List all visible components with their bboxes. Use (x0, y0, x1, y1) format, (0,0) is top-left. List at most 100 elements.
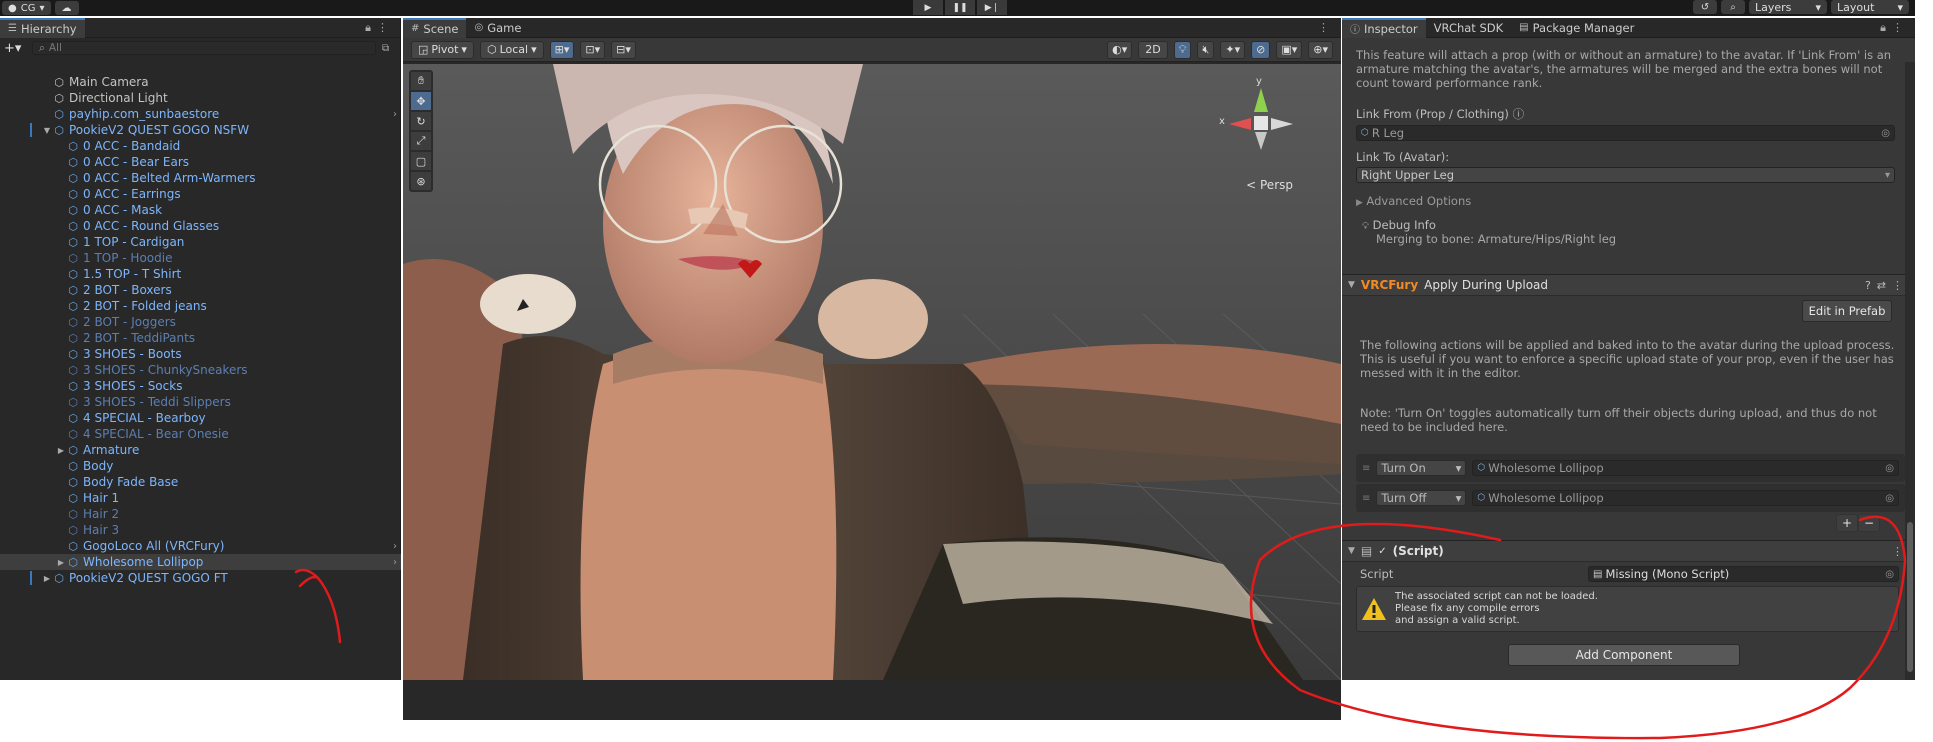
collapse-arrow-icon[interactable]: ▶ (56, 446, 66, 455)
help-icon[interactable]: ⓘ (1513, 107, 1525, 121)
script-header[interactable]: ▼ ▤ ✓ (Script) ⋮ (1342, 540, 1915, 562)
hierarchy-row[interactable]: ⬡ 3 SHOES - Socks (0, 378, 401, 394)
hierarchy-row[interactable]: ⬡ Hair 1 (0, 490, 401, 506)
hierarchy-row[interactable]: ⬡ Main Camera (0, 74, 401, 90)
history-icon[interactable]: ↺ (1693, 0, 1717, 14)
panel-menu[interactable]: 🔒︎⋮ (365, 21, 394, 35)
advanced-options-foldout[interactable]: ▶ Advanced Options (1342, 194, 1915, 208)
transform-tool-icon[interactable]: ⊛ (411, 172, 431, 190)
hierarchy-row[interactable]: ▶ ⬡ PookieV2 QUEST GOGO FT (0, 570, 401, 586)
collapse-arrow-icon[interactable]: ▶ (42, 574, 52, 583)
hierarchy-row[interactable]: ▼ ⬡ PookieV2 QUEST GOGO NSFW (0, 122, 401, 138)
kebab-menu-icon[interactable]: ⋮ (1318, 21, 1335, 34)
tab-inspector[interactable]: ⓘ Inspector (1342, 18, 1426, 38)
hierarchy-row[interactable]: ⬡ 2 BOT - TeddiPants (0, 330, 401, 346)
move-tool-icon[interactable]: ✥ (411, 92, 431, 110)
chevron-right-icon[interactable]: › (393, 557, 397, 568)
hierarchy-row[interactable]: ⬡ 2 BOT - Folded jeans (0, 298, 401, 314)
collapse-arrow-icon[interactable]: ▶ (56, 558, 66, 567)
hierarchy-row[interactable]: ⬡ 4 SPECIAL - Bear Onesie (0, 426, 401, 442)
hierarchy-row[interactable]: ⬡ 1 TOP - Cardigan (0, 234, 401, 250)
hand-tool-icon[interactable]: ✋︎ (411, 72, 431, 90)
layout-dropdown[interactable]: Layout ▾ (1831, 0, 1909, 14)
hierarchy-row[interactable]: ⬡ 0 ACC - Round Glasses (0, 218, 401, 234)
projection-label[interactable]: < Persp (1246, 178, 1293, 192)
lock-icon[interactable]: 🔒︎ (1880, 21, 1892, 34)
scene-viewport[interactable]: ✋︎ ✥ ↻ ⤢ ▢ ⊛ y x < Persp (403, 64, 1341, 680)
enabled-checkbox[interactable]: ✓ (1378, 546, 1386, 557)
tab-hierarchy[interactable]: ☰ Hierarchy (0, 17, 85, 38)
action-target-field[interactable]: ⬡ Wholesome Lollipop ◎ (1472, 460, 1899, 476)
lighting-toggle[interactable]: 💡︎ (1173, 40, 1192, 59)
layers-dropdown[interactable]: Layers ▾ (1749, 0, 1827, 14)
hierarchy-row[interactable]: ⬡ payhip.com_sunbaestore › (0, 106, 401, 122)
add-component-button[interactable]: Add Component (1508, 644, 1740, 666)
camera-dropdown[interactable]: ▣▾ (1276, 40, 1303, 59)
hidden-objects-toggle[interactable]: ⊘ (1251, 40, 1271, 59)
tab-package-manager[interactable]: ▤ Package Manager (1511, 18, 1642, 38)
snap-increment-button[interactable]: ⊡▾ (580, 40, 606, 59)
action-target-field[interactable]: ⬡ Wholesome Lollipop ◎ (1472, 490, 1899, 506)
account-dropdown[interactable]: ● CG ▾ (2, 1, 51, 15)
gizmos-dropdown[interactable]: ⊕▾ (1308, 40, 1333, 59)
hierarchy-row[interactable]: ⬡ 0 ACC - Mask (0, 202, 401, 218)
rect-tool-icon[interactable]: ▢ (411, 152, 431, 170)
audio-toggle[interactable]: 🔇︎ (1197, 40, 1215, 59)
kebab-menu-icon[interactable]: ⋮ (1892, 21, 1909, 34)
panel-menu[interactable]: 🔒︎⋮ (1880, 21, 1909, 35)
step-button[interactable]: ▶❘ (977, 0, 1007, 15)
hierarchy-row[interactable]: ⬡ GogoLoco All (VRCFury) › (0, 538, 401, 554)
object-picker-icon[interactable]: ◎ (1885, 463, 1894, 474)
hierarchy-row[interactable]: ⬡ 2 BOT - Boxers (0, 282, 401, 298)
hierarchy-row[interactable]: ▶ ⬡ Armature (0, 442, 401, 458)
play-button[interactable]: ▶ (913, 0, 943, 15)
add-object-button[interactable]: +▾ (4, 41, 26, 56)
hierarchy-row[interactable]: ⬡ 0 ACC - Bear Ears (0, 154, 401, 170)
hierarchy-row[interactable]: ⬡ Directional Light (0, 90, 401, 106)
drag-handle-icon[interactable]: ≡ (1362, 463, 1370, 474)
cloud-icon[interactable]: ☁ (54, 1, 79, 15)
remove-action-button[interactable]: − (1858, 514, 1880, 532)
hierarchy-row[interactable]: ⬡ 3 SHOES - ChunkySneakers (0, 362, 401, 378)
hierarchy-row[interactable]: ⬡ 0 ACC - Belted Arm-Warmers (0, 170, 401, 186)
pivot-dropdown[interactable]: ◲ Pivot ▾ (411, 40, 474, 59)
tab-scene[interactable]: # Scene (403, 17, 467, 38)
orientation-gizmo[interactable]: y x (1219, 76, 1301, 180)
hierarchy-row[interactable]: ▶ ⬡ Wholesome Lollipop › (0, 554, 401, 570)
drag-handle-icon[interactable]: ≡ (1362, 493, 1370, 504)
script-field[interactable]: ▤ Missing (Mono Script) ◎ (1588, 566, 1899, 582)
hierarchy-row[interactable]: ⬡ Body (0, 458, 401, 474)
action-mode-dropdown[interactable]: Turn On ▾ (1376, 460, 1467, 476)
vrcfury-header[interactable]: ▼ VRCFury Apply During Upload ?⇄⋮ (1342, 274, 1915, 296)
expand-arrow-icon[interactable]: ▼ (42, 126, 52, 135)
pause-button[interactable]: ❚❚ (945, 0, 975, 15)
action-mode-dropdown[interactable]: Turn Off ▾ (1376, 490, 1467, 506)
hierarchy-row[interactable]: ⬡ Body Fade Base (0, 474, 401, 490)
ruler-button[interactable]: ⊟▾ (611, 40, 636, 59)
hierarchy-row[interactable]: ⬡ Hair 2 (0, 506, 401, 522)
chevron-right-icon[interactable]: › (393, 541, 397, 552)
hierarchy-row[interactable]: ⬡ 2 BOT - Joggers (0, 314, 401, 330)
hierarchy-row[interactable]: ⬡ Hair 3 (0, 522, 401, 538)
hierarchy-row[interactable]: ⬡ 3 SHOES - Teddi Slippers (0, 394, 401, 410)
hierarchy-row[interactable]: ⬡ 1 TOP - Hoodie (0, 250, 401, 266)
hierarchy-row[interactable]: ⬡ 1.5 TOP - T Shirt (0, 266, 401, 282)
object-picker-icon[interactable]: ◎ (1885, 569, 1894, 580)
link-from-field[interactable]: ⬡ R Leg ◎ (1356, 125, 1895, 141)
2d-toggle[interactable]: 2D (1138, 40, 1168, 59)
tab-vrchat-sdk[interactable]: VRChat SDK (1426, 18, 1512, 38)
hierarchy-row[interactable]: ⬡ 4 SPECIAL - Bearboy (0, 410, 401, 426)
object-picker-icon[interactable]: ◎ (1881, 128, 1890, 139)
chevron-right-icon[interactable]: › (393, 109, 397, 120)
lock-icon[interactable]: 🔒︎ (365, 21, 377, 34)
hierarchy-search-input[interactable]: ⌕ All (32, 41, 376, 55)
hierarchy-row[interactable]: ⬡ 0 ACC - Earrings (0, 186, 401, 202)
presets-icon[interactable]: ⇄ (1877, 279, 1892, 292)
help-icon[interactable]: ? (1865, 279, 1877, 292)
inspector-scrollbar[interactable] (1905, 62, 1915, 680)
kebab-menu-icon[interactable]: ⋮ (377, 21, 394, 34)
object-picker-icon[interactable]: ◎ (1885, 493, 1894, 504)
effects-dropdown[interactable]: ✦▾ (1220, 40, 1246, 59)
tab-game[interactable]: ◎ Game (466, 18, 529, 38)
shading-mode-button[interactable]: ◐▾ (1107, 40, 1133, 59)
